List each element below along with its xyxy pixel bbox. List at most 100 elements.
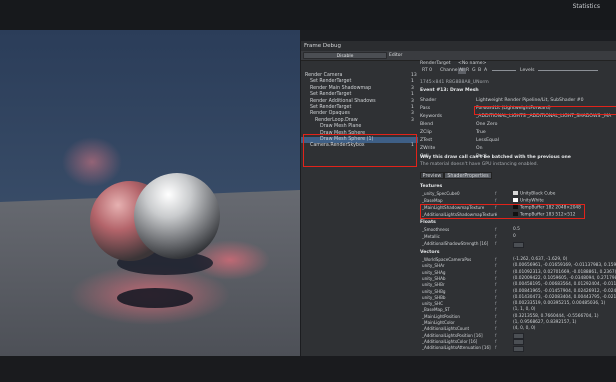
texture-thumbnail-icon: [513, 198, 518, 202]
vector-flag: f: [495, 282, 497, 288]
channel-all-button[interactable]: All: [458, 68, 466, 74]
vector-name: _AdditionalLightsColor [16]: [422, 338, 478, 344]
editor-top-bar: Statistics: [0, 0, 616, 30]
texture-name: _unity_SpecCube0: [422, 191, 460, 196]
float-array-toggle[interactable]: [513, 241, 524, 248]
vector-value[interactable]: (-1.262, 0.637, -1.629, 0): [513, 257, 567, 262]
keywords-highlight: [474, 106, 616, 115]
vector-name: _MainLightColor: [422, 320, 455, 325]
vector-flag: f: [495, 275, 497, 281]
tree-item[interactable]: Render Opaques 3: [301, 111, 418, 117]
float-flag: f: [495, 227, 497, 232]
tree-item-label: Render Additional Shadows: [310, 98, 376, 104]
statistics-label[interactable]: Statistics: [573, 3, 600, 10]
event-title: Event #13: Draw Mesh: [420, 88, 479, 93]
tab-preview[interactable]: Preview: [420, 172, 444, 179]
vector-flag: f: [495, 320, 497, 325]
scene-view[interactable]: [0, 30, 300, 356]
frame-debug-title[interactable]: Frame Debug: [301, 41, 616, 51]
vector-flag: f: [495, 263, 497, 269]
tree-item-count: 1: [411, 92, 414, 98]
tree-item[interactable]: Render Additional Shadows 3: [301, 99, 418, 105]
vector-flag: f: [495, 257, 497, 262]
levels-slider[interactable]: [492, 70, 516, 71]
tree-item-label: Render Main Shadowmap: [310, 85, 372, 91]
vector-value-text: (1, 0.9568627, 0.8392157, 1): [513, 320, 577, 325]
vector-value-text: (0.02009422, 0.1059605, -0.0348094, 0.27…: [513, 275, 616, 281]
vector-flag: f: [495, 269, 497, 275]
rt-dropdown[interactable]: RT 0: [422, 68, 432, 74]
tree-item-count: 1: [411, 79, 414, 85]
vector-value[interactable]: (1, 1, 0, 0): [513, 307, 535, 312]
texture-value-text: UnityWhite: [520, 198, 544, 204]
float-value[interactable]: 0: [513, 234, 516, 239]
property-key: ZClip: [420, 130, 432, 135]
vector-name: _WorldSpaceCameraPos: [422, 257, 472, 262]
float-flag: f: [495, 241, 497, 246]
float-flag: f: [495, 234, 497, 239]
property-value: Lightweight Render Pipeline/Lit, SubShad…: [476, 98, 584, 103]
vector-array-toggle[interactable]: [513, 339, 524, 346]
vector-value[interactable]: (0.00656961, -0.01659169, -0.01137983, 0…: [513, 263, 616, 268]
vector-flag: f: [495, 288, 497, 294]
tree-item[interactable]: Set RenderTarget 1: [301, 79, 418, 85]
vector-flag: f: [495, 301, 497, 307]
vector-name: _AdditionalLightsPosition [16]: [422, 332, 483, 338]
vector-name: _MainLightPosition: [422, 313, 460, 319]
vector-value-text: (0.00656961, -0.01659169, -0.01137983, 0…: [513, 263, 616, 269]
vector-value[interactable]: (0.01430473, -0.02083404, 0.00443795, -0…: [513, 295, 616, 300]
tree-item[interactable]: Draw Mesh Plane: [301, 124, 418, 130]
channel-r-button[interactable]: R: [466, 68, 469, 74]
tree-item-count: 3: [411, 85, 414, 91]
vector-value[interactable]: (0.00458195, -0.00683564, 0.01292404, -0…: [513, 282, 616, 287]
tab-shader-properties[interactable]: ShaderProperties: [444, 172, 492, 179]
vector-array-toggle[interactable]: [513, 333, 524, 340]
texture-value[interactable]: UnityWhite: [513, 198, 544, 204]
tree-item-count: 3: [411, 111, 414, 117]
vector-flag: f: [495, 345, 497, 351]
property-key: Shader: [420, 98, 437, 103]
vector-name: unity_SHAg: [422, 269, 446, 275]
vector-flag: f: [495, 338, 497, 344]
vector-name: _BaseMap_ST: [422, 307, 450, 313]
vector-array-toggle[interactable]: [513, 345, 524, 352]
event-tree: Render Camera 13 Set RenderTarget 1 Render M…: [301, 71, 418, 356]
render-target-value[interactable]: <No name>: [458, 61, 486, 67]
editor-dropdown[interactable]: Editor: [389, 52, 415, 59]
levels-label: Levels: [520, 68, 535, 73]
vector-value[interactable]: (1, 0.9568627, 0.8392157, 1): [513, 320, 577, 325]
vector-value-text: (0.00841965, -0.01457904, 0.02426912, -0…: [513, 288, 616, 294]
editor-bottom-bar: [0, 356, 616, 382]
scene-render: [0, 30, 300, 356]
vector-value-text: (0.00458195, -0.00683564, 0.01292404, -0…: [513, 282, 616, 288]
tree-item[interactable]: RenderLoop.Draw 3: [301, 118, 418, 124]
tree-item-label: Draw Mesh Plane: [320, 124, 362, 130]
tree-item[interactable]: Set RenderTarget 1: [301, 92, 418, 98]
vector-name: _AdditionalLightsAttenuation [16]: [422, 345, 491, 351]
texture-value[interactable]: UnityBlack Cube: [513, 191, 555, 197]
tree-item-label: Set RenderTarget: [310, 79, 352, 85]
tree-item[interactable]: Render Main Shadowmap 3: [301, 86, 418, 92]
tree-item-label: RenderLoop.Draw: [315, 117, 358, 123]
texture-value-text: UnityBlack Cube: [520, 191, 556, 197]
vector-value[interactable]: (0.00841965, -0.01457904, 0.02426912, -0…: [513, 289, 616, 294]
channel-b-button[interactable]: B: [478, 68, 481, 74]
tree-item-label: Render Camera: [305, 73, 343, 78]
vector-value[interactable]: (0.01092313, 0.02701669, -0.0188861, 0.2…: [513, 270, 616, 275]
property-value: LessEqual: [476, 138, 499, 143]
channel-g-button[interactable]: G: [472, 68, 476, 74]
property-value: One Zero: [476, 122, 498, 127]
vector-value[interactable]: (0.00233519, 0.00395215, 0.00485036, 1): [513, 301, 605, 306]
disable-button[interactable]: Disable: [303, 52, 387, 59]
render-target-size: 1745×841 R8G8B8A8_UNorm: [420, 80, 489, 85]
texture-thumbnail-icon: [513, 191, 518, 195]
vector-name: _AdditionalLightsCount: [422, 326, 470, 332]
float-value[interactable]: 0.5: [513, 227, 520, 232]
levels-range-slider[interactable]: [538, 70, 598, 71]
vector-value[interactable]: (0.02009422, 0.1059605, -0.0348094, 0.27…: [513, 276, 616, 281]
texture-flag: f: [495, 198, 497, 203]
vector-value[interactable]: (4, 0, 0, 0): [513, 326, 535, 331]
vector-value-text: (4, 0, 0, 0): [513, 326, 536, 332]
channel-a-button[interactable]: A: [484, 68, 487, 74]
vector-value[interactable]: (0.3213558, 0.7660444, -0.5566704, 1): [513, 314, 599, 319]
